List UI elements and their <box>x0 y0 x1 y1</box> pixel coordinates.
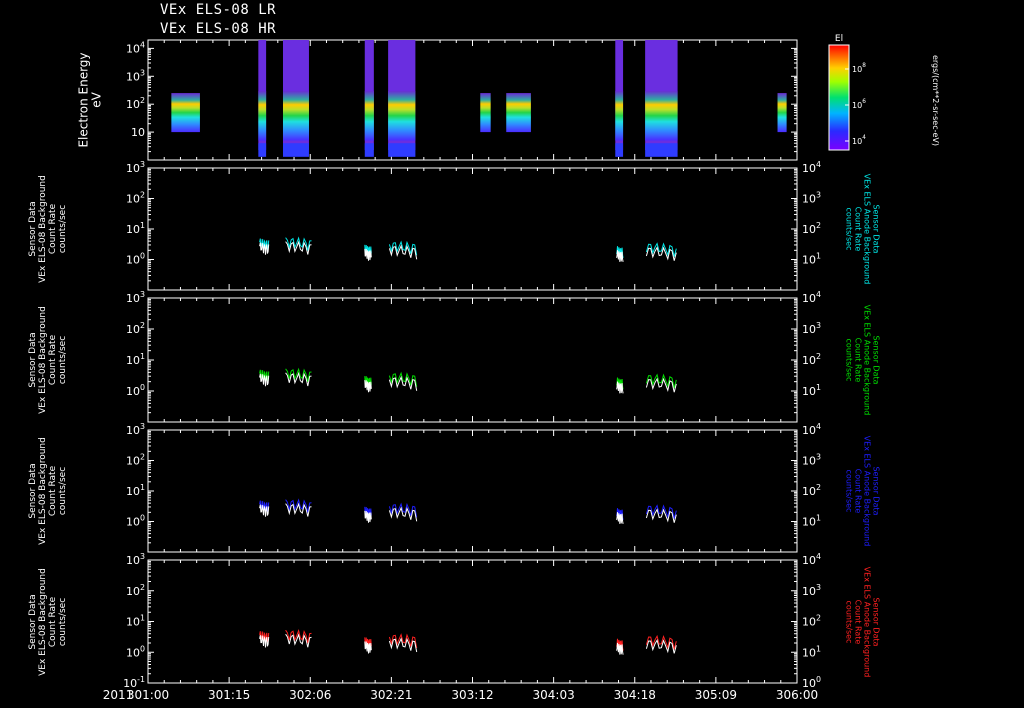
y-tick-label-left: 100 <box>126 252 145 267</box>
x-tick-label: 301:15 <box>208 688 250 702</box>
x-tick-label: 306:00 <box>776 688 818 702</box>
colorbar-tick-label: 108 <box>852 63 866 74</box>
series-line-white <box>364 380 372 393</box>
spectrogram-interval-6 <box>506 93 531 133</box>
spectrogram-y-tick-label: 102 <box>126 96 145 111</box>
panel-frame-4 <box>147 559 798 684</box>
y-axis-label-right-green: Sensor Data VEx ELS Anode Background Count… <box>843 304 880 416</box>
figure-title-hr: VEx ELS-08 HR <box>160 21 277 37</box>
colorbar-label: El <box>835 34 843 44</box>
y-tick-label-right: 103 <box>802 583 821 598</box>
y-axis-label-left-green: Sensor Data VEx ELS-08 Background Count Ra… <box>27 306 68 414</box>
colorbar-tick-label: 104 <box>852 135 866 146</box>
spectrogram-low-3 <box>364 143 374 157</box>
spectrogram-interval-0 <box>171 93 200 133</box>
y-tick-label-right: 104 <box>802 160 821 175</box>
y-tick-label-right: 103 <box>802 321 821 336</box>
panel-frame-3 <box>147 429 798 553</box>
spectrogram-low-1 <box>258 143 267 157</box>
spectrogram-low-2 <box>282 143 309 157</box>
spectrogram-band-8 <box>645 90 678 141</box>
x-tick-label: 305:09 <box>695 688 737 702</box>
y-axis-label-right-cyan: Sensor Data VEx ELS Anode Background Count… <box>843 173 880 285</box>
y-tick-label-right: 103 <box>802 191 821 206</box>
y-axis-label-left-blue: Sensor Data VEx ELS-08 Background Count Ra… <box>27 437 68 545</box>
y-tick-label-right: 101 <box>802 514 821 529</box>
spectrogram-y-axis-label: Electron Energy eV <box>76 52 104 148</box>
y-axis-label-right-blue: Sensor Data VEx ELS Anode Background Count… <box>843 435 880 547</box>
spectrogram-low-8 <box>645 143 678 157</box>
y-tick-label-left: 100 <box>126 383 145 398</box>
y-tick-label-right: 104 <box>802 552 821 567</box>
y-tick-label-right: 102 <box>802 483 821 498</box>
y-tick-label-right: 101 <box>802 644 821 659</box>
spectrogram-low-7 <box>615 143 624 157</box>
y-tick-label-right: 101 <box>802 383 821 398</box>
y-tick-label-left: 101 <box>126 221 145 236</box>
colorbar-units-label: ergs/(cm**2-sr-sec-eV) <box>930 54 940 146</box>
y-tick-label-left: 102 <box>126 453 145 468</box>
panel-frame-2 <box>147 297 798 423</box>
spectrogram-y-tick-label: 104 <box>126 40 145 55</box>
y-tick-label-right: 101 <box>802 252 821 267</box>
y-axis-label-left-red: Sensor Data VEx ELS-08 Background Count Ra… <box>27 567 68 676</box>
colorbar-tick-label: 106 <box>852 99 866 110</box>
spectrogram-y-tick-label: 10 <box>131 126 145 139</box>
y-axis-label-left-cyan: Sensor Data VEx ELS-08 Background Count Ra… <box>27 175 68 283</box>
y-tick-label-left: 100 <box>126 514 145 529</box>
y-tick-label-right: 104 <box>802 422 821 437</box>
y-tick-label-left: 102 <box>126 321 145 336</box>
spectrogram-band-1 <box>258 90 267 141</box>
x-tick-label: 301:00 <box>127 688 169 702</box>
series-line-white <box>364 510 372 523</box>
y-axis-label-right-red: Sensor Data VEx ELS Anode Background Count… <box>843 566 880 677</box>
y-tick-label-left: 103 <box>126 160 145 175</box>
y-tick-label-left: 102 <box>126 191 145 206</box>
x-tick-label: 304:18 <box>614 688 656 702</box>
y-tick-label-left: 103 <box>126 422 145 437</box>
panel-frame-0 <box>147 39 798 161</box>
y-tick-label-left: 103 <box>126 552 145 567</box>
spectrogram-band-7 <box>615 90 624 141</box>
y-tick-label-left: 101 <box>126 614 145 629</box>
series-line-white <box>364 248 372 261</box>
spectrogram-band-3 <box>364 90 374 141</box>
x-tick-label: 302:06 <box>289 688 331 702</box>
y-tick-label-right: 103 <box>802 453 821 468</box>
y-tick-label-right: 104 <box>802 290 821 305</box>
spectrogram-band-2 <box>282 90 309 141</box>
figure-title-lr: VEx ELS-08 LR <box>160 2 277 18</box>
spectrogram-band-4 <box>388 90 416 141</box>
y-tick-label-left: 102 <box>126 583 145 598</box>
y-tick-label-left: 100 <box>126 644 145 659</box>
panel-frame-1 <box>147 167 798 291</box>
spectrogram-interval-9 <box>777 93 787 133</box>
x-tick-label: 304:03 <box>533 688 575 702</box>
y-tick-label-right: 102 <box>802 614 821 629</box>
series-line-white <box>364 641 372 654</box>
spectrogram-y-tick-label: 103 <box>126 68 145 83</box>
y-tick-label-left: 103 <box>126 290 145 305</box>
y-tick-label-right: 102 <box>802 221 821 236</box>
colorbar <box>828 44 850 151</box>
x-tick-label: 303:12 <box>451 688 493 702</box>
y-tick-label-left: 101 <box>126 483 145 498</box>
x-tick-label: 302:21 <box>370 688 412 702</box>
y-tick-label-right: 102 <box>802 352 821 367</box>
spectrogram-low-4 <box>388 143 416 157</box>
y-tick-label-left: 101 <box>126 352 145 367</box>
spectrogram-interval-5 <box>480 93 491 133</box>
